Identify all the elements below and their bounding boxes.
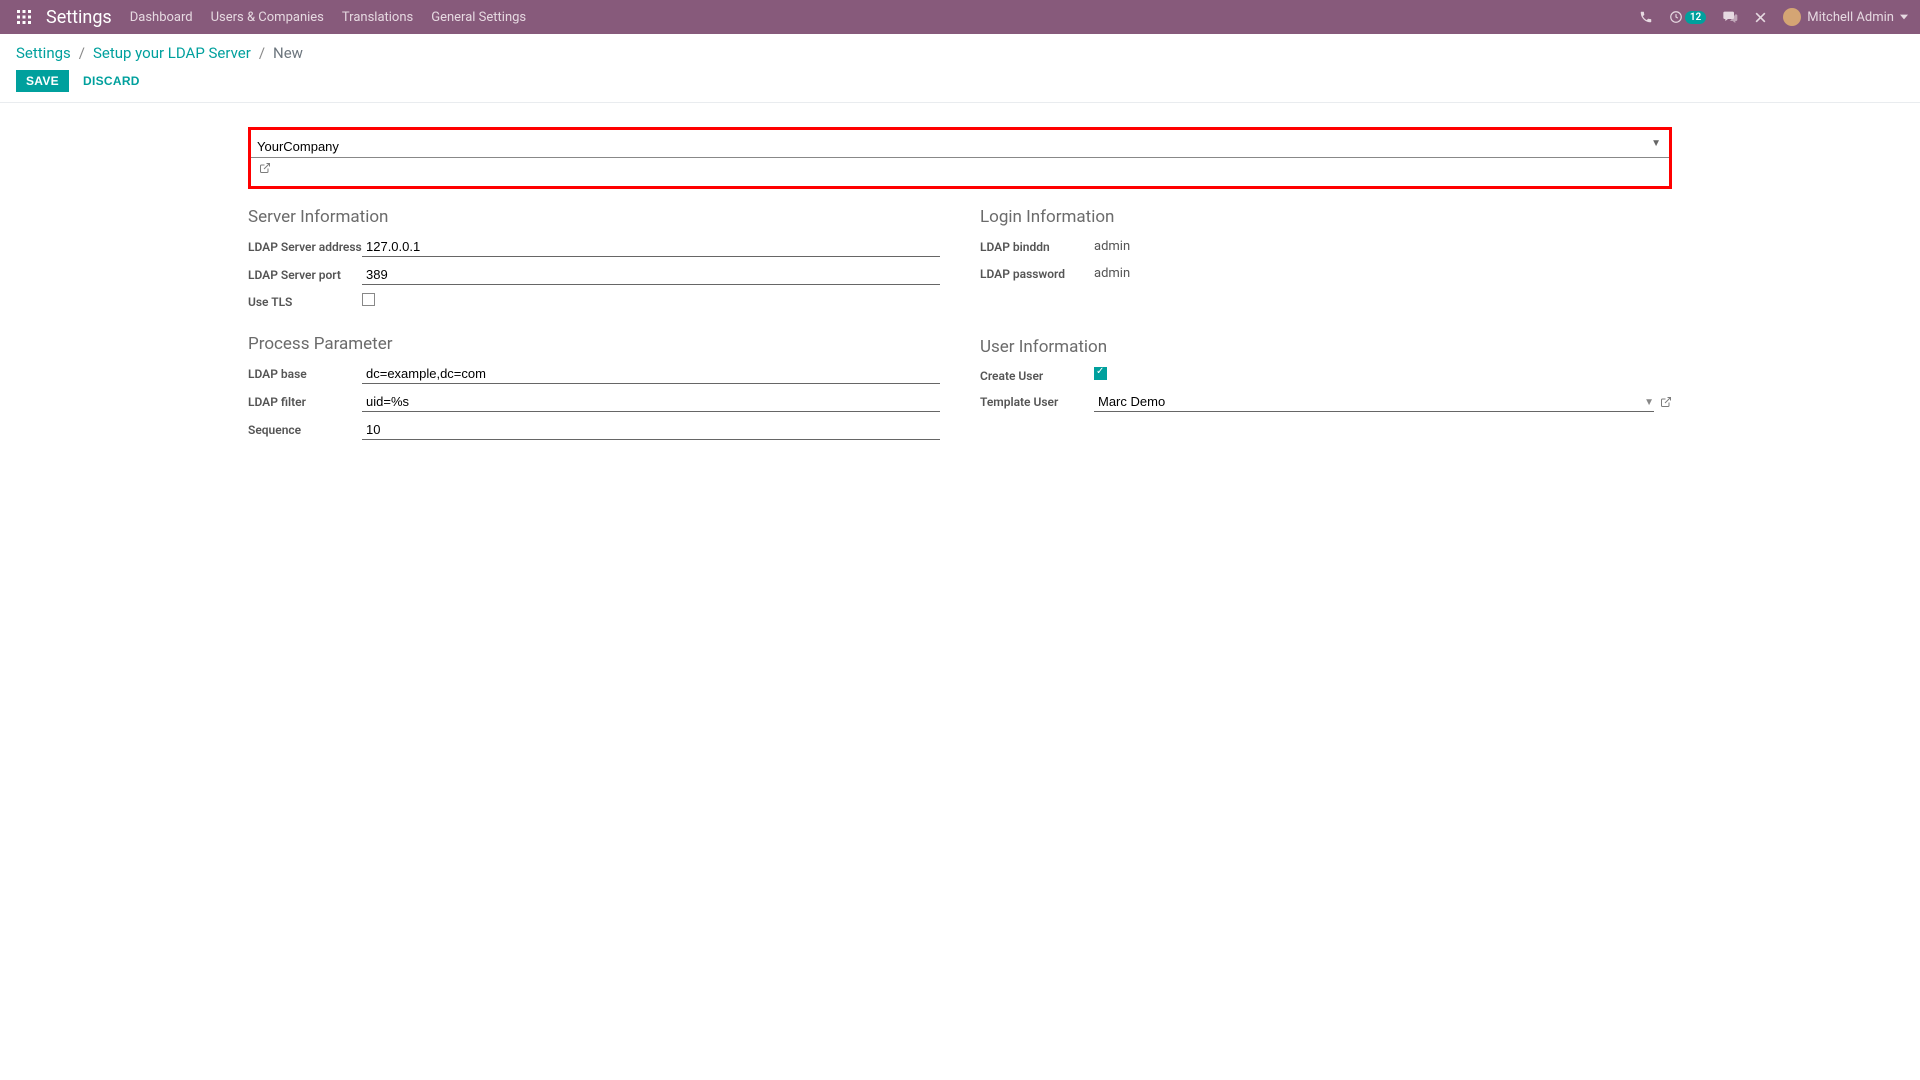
app-title[interactable]: Settings — [46, 7, 112, 28]
action-buttons: SAVE DISCARD — [16, 70, 1904, 92]
input-ldap-server-address[interactable] — [362, 237, 940, 257]
breadcrumb-parent[interactable]: Setup your LDAP Server — [93, 44, 251, 62]
label-ldap-password: LDAP password — [980, 267, 1094, 281]
activity-badge: 12 — [1685, 11, 1706, 24]
save-button[interactable]: SAVE — [16, 70, 69, 92]
external-link-icon[interactable] — [1660, 396, 1672, 408]
input-ldap-server-port[interactable] — [362, 265, 940, 285]
login-information-section: Login Information LDAP binddn admin LDAP… — [980, 207, 1672, 283]
label-sequence: Sequence — [248, 423, 362, 437]
top-menu: Dashboard Users & Companies Translations… — [130, 10, 526, 25]
left-column: Server Information LDAP Server address L… — [248, 203, 940, 464]
breadcrumb-root[interactable]: Settings — [16, 44, 71, 62]
value-ldap-password: admin — [1094, 264, 1672, 283]
control-panel: Settings / Setup your LDAP Server / New … — [0, 34, 1920, 103]
input-sequence[interactable] — [362, 420, 940, 440]
label-ldap-base: LDAP base — [248, 367, 362, 381]
server-information-section: Server Information LDAP Server address L… — [248, 207, 940, 310]
section-title-login-info: Login Information — [980, 207, 1672, 227]
menu-general-settings[interactable]: General Settings — [431, 10, 526, 25]
navbar-right: 12 Mitchell Admin — [1639, 8, 1912, 26]
checkbox-create-user[interactable] — [1094, 367, 1107, 380]
input-template-user[interactable] — [1094, 392, 1654, 412]
breadcrumb: Settings / Setup your LDAP Server / New — [16, 44, 1904, 62]
label-template-user: Template User — [980, 395, 1094, 409]
label-ldap-server-port: LDAP Server port — [248, 268, 362, 282]
user-menu[interactable]: Mitchell Admin — [1783, 8, 1908, 26]
user-information-section: User Information Create User Template Us… — [980, 337, 1672, 412]
phone-icon[interactable] — [1639, 10, 1653, 24]
menu-dashboard[interactable]: Dashboard — [130, 10, 193, 25]
value-ldap-binddn: admin — [1094, 237, 1672, 256]
section-title-user-info: User Information — [980, 337, 1672, 357]
input-ldap-filter[interactable] — [362, 392, 940, 412]
discard-button[interactable]: DISCARD — [73, 70, 150, 92]
activity-icon[interactable]: 12 — [1669, 10, 1706, 24]
process-parameter-section: Process Parameter LDAP base LDAP filter … — [248, 334, 940, 440]
avatar — [1783, 8, 1801, 26]
form-sheet: ▼ Server Information LDAP Server address… — [240, 103, 1680, 488]
label-ldap-filter: LDAP filter — [248, 395, 362, 409]
close-icon[interactable] — [1754, 11, 1767, 24]
apps-icon[interactable] — [12, 5, 36, 29]
right-column: Login Information LDAP binddn admin LDAP… — [980, 203, 1672, 464]
menu-translations[interactable]: Translations — [342, 10, 413, 25]
section-title-server-info: Server Information — [248, 207, 940, 227]
external-link-icon[interactable] — [259, 162, 271, 174]
checkbox-use-tls[interactable] — [362, 293, 375, 306]
section-title-process-param: Process Parameter — [248, 334, 940, 354]
label-ldap-binddn: LDAP binddn — [980, 240, 1094, 254]
breadcrumb-current: New — [273, 44, 303, 62]
label-ldap-server-address: LDAP Server address — [248, 240, 362, 254]
chevron-down-icon — [1900, 13, 1908, 21]
company-field-highlight: ▼ — [248, 127, 1672, 189]
input-ldap-base[interactable] — [362, 364, 940, 384]
top-navbar: Settings Dashboard Users & Companies Tra… — [0, 0, 1920, 34]
company-input[interactable] — [251, 136, 1669, 158]
discuss-icon[interactable] — [1722, 10, 1738, 24]
label-use-tls: Use TLS — [248, 295, 362, 309]
label-create-user: Create User — [980, 369, 1094, 383]
menu-users-companies[interactable]: Users & Companies — [211, 10, 324, 25]
user-name: Mitchell Admin — [1807, 10, 1894, 25]
